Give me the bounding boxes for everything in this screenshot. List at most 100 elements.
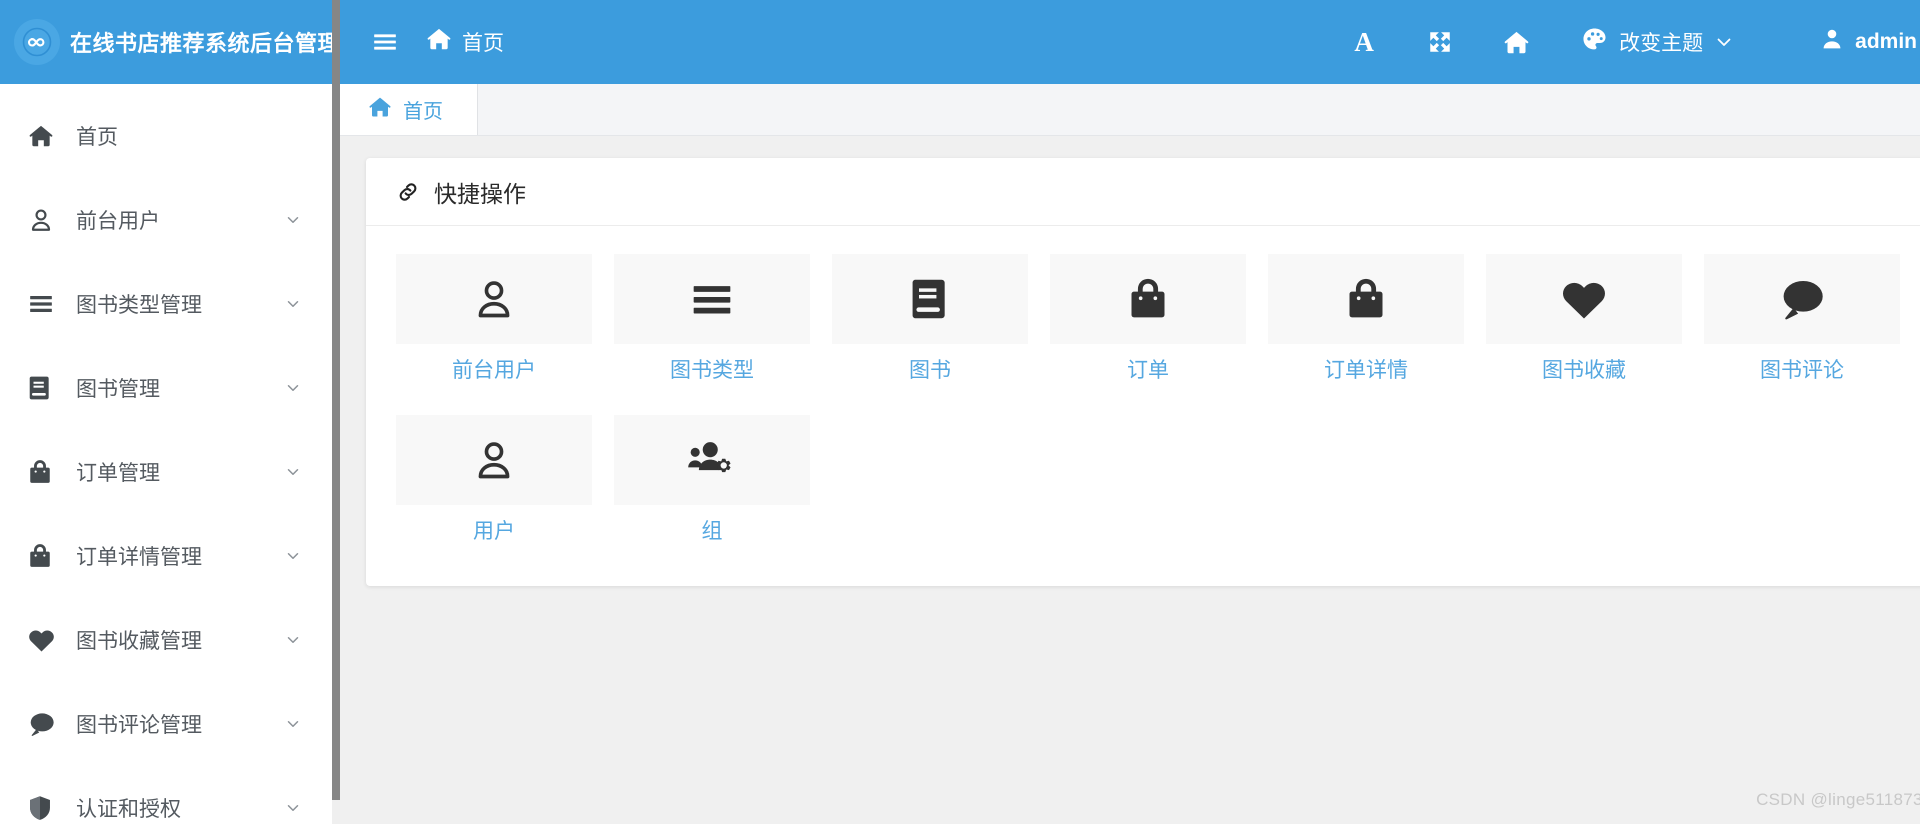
bars-icon (614, 254, 810, 344)
quick-action-order-detail[interactable]: 订单详情 (1268, 254, 1464, 383)
sidebar-item-label: 订单详情管理 (76, 546, 202, 569)
breadcrumb-tab-home[interactable]: 首页 (340, 84, 478, 135)
app-root: 在线书店推荐系统后台管理 首页 前台用户 图书类型管理 图书管理 订单管理 订单… (0, 0, 1920, 824)
heart-icon (1486, 254, 1682, 344)
card-header: 快捷操作 (366, 158, 1920, 226)
hamburger-icon[interactable] (364, 21, 406, 63)
chevron-down-icon[interactable] (282, 379, 304, 397)
quick-action-group[interactable]: 组 (614, 415, 810, 544)
quick-action-label: 图书收藏 (1542, 359, 1626, 382)
user-outline-icon (396, 415, 592, 506)
chevron-down-icon[interactable] (282, 631, 304, 649)
chevron-down-icon[interactable] (282, 715, 304, 733)
shopping-bag-icon (28, 543, 68, 569)
sidebar-item-comment[interactable]: 图书评论管理 (0, 682, 332, 766)
sidebar-item-label: 首页 (76, 126, 118, 149)
breadcrumb-bar: 首页 (340, 84, 1920, 136)
home-icon[interactable] (1489, 15, 1543, 69)
breadcrumb-label: 首页 (403, 101, 443, 123)
watermark: CSDN @linge511873822 (1756, 790, 1920, 809)
sidebar-item-label: 图书管理 (76, 378, 160, 401)
chevron-down-icon[interactable] (282, 211, 304, 229)
theme-switcher-label: 改变主题 (1619, 32, 1704, 55)
user-menu-label: admin (1855, 30, 1917, 53)
home-icon (368, 95, 392, 125)
quick-action-book-category[interactable]: 图书类型 (614, 254, 810, 383)
quick-action-label: 图书 (909, 359, 951, 382)
quick-action-order[interactable]: 订单 (1050, 254, 1246, 383)
quick-actions-card: 快捷操作 前台用户 图书类型 图书 订单 订单详情 图书收藏 图书评论 用户 组 (366, 158, 1920, 587)
content-area: 快捷操作 前台用户 图书类型 图书 订单 订单详情 图书收藏 图书评论 用户 组… (340, 136, 1920, 824)
brand-title: 在线书店推荐系统后台管理 (70, 31, 341, 56)
quick-action-label: 图书类型 (670, 359, 754, 382)
home-icon (426, 26, 452, 58)
topbar-home-link[interactable]: 首页 (426, 26, 504, 58)
user-outline-icon (396, 254, 592, 344)
card-title: 快捷操作 (434, 180, 526, 207)
sidebar-item-label: 图书评论管理 (76, 714, 202, 737)
sidebar-item-order-detail[interactable]: 订单详情管理 (0, 514, 332, 598)
theme-switcher[interactable]: 改变主题 (1581, 26, 1734, 59)
sidebar-menu: 首页 前台用户 图书类型管理 图书管理 订单管理 订单详情管理 图书收藏管理 图… (0, 84, 332, 824)
quick-action-label: 订单 (1127, 359, 1169, 382)
quick-action-label: 前台用户 (452, 359, 536, 382)
sidebar-item-label: 图书类型管理 (76, 294, 202, 317)
topbar: 首页 A 改变主题 admin (340, 0, 1920, 84)
quick-action-comment[interactable]: 图书评论 (1704, 254, 1900, 383)
main-area: 首页 A 改变主题 admin 首页 快捷操作 前台用户 图书类型 图书 订单 … (340, 0, 1920, 824)
heart-icon (28, 627, 68, 653)
link-icon (396, 180, 420, 204)
quick-action-book[interactable]: 图书 (832, 254, 1028, 383)
expand-arrows-icon[interactable] (1413, 15, 1467, 69)
quick-action-user[interactable]: 用户 (396, 415, 592, 544)
quick-action-row-2: 用户 组 (396, 415, 1920, 552)
comment-icon (1704, 254, 1900, 344)
home-icon (28, 123, 68, 149)
font-size-icon[interactable]: A (1337, 15, 1391, 69)
font-size-glyph: A (1354, 26, 1374, 57)
sidebar-item-label: 图书收藏管理 (76, 630, 202, 653)
sidebar-item-label: 认证和授权 (76, 798, 181, 821)
shopping-bag-icon (1050, 254, 1246, 344)
sidebar-item-order[interactable]: 订单管理 (0, 430, 332, 514)
quick-action-label: 图书评论 (1760, 359, 1844, 382)
sidebar-item-home[interactable]: 首页 (0, 94, 332, 178)
sidebar: 在线书店推荐系统后台管理 首页 前台用户 图书类型管理 图书管理 订单管理 订单… (0, 0, 340, 824)
infinity-circle-icon (14, 19, 60, 65)
sidebar-item-book[interactable]: 图书管理 (0, 346, 332, 430)
comment-icon (28, 711, 68, 737)
sidebar-item-favorite[interactable]: 图书收藏管理 (0, 598, 332, 682)
chevron-down-icon[interactable] (282, 547, 304, 565)
sidebar-scrollbar[interactable] (332, 0, 340, 824)
chevron-down-icon[interactable] (282, 799, 304, 817)
sidebar-item-label: 前台用户 (76, 210, 160, 233)
user-menu[interactable]: admin (1820, 27, 1920, 57)
quick-action-label: 订单详情 (1324, 359, 1408, 382)
user-outline-icon (28, 207, 68, 233)
chevron-down-icon (1714, 32, 1734, 52)
sidebar-item-auth[interactable]: 认证和授权 (0, 766, 332, 824)
sidebar-scrollbar-thumb[interactable] (332, 0, 340, 800)
users-cog-icon (614, 415, 810, 506)
shield-icon (28, 795, 68, 821)
sidebar-item-book-category[interactable]: 图书类型管理 (0, 262, 332, 346)
shopping-bag-icon (28, 459, 68, 485)
quick-action-label: 用户 (473, 520, 515, 544)
shopping-bag-icon (1268, 254, 1464, 344)
topbar-home-label: 首页 (462, 32, 504, 55)
chevron-down-icon[interactable] (282, 295, 304, 313)
quick-action-row-1: 前台用户 图书类型 图书 订单 订单详情 图书收藏 图书评论 (396, 254, 1920, 391)
quick-action-favorite[interactable]: 图书收藏 (1486, 254, 1682, 383)
palette-icon (1581, 26, 1608, 59)
sidebar-item-label: 订单管理 (76, 462, 160, 485)
brand-header[interactable]: 在线书店推荐系统后台管理 (0, 0, 340, 84)
book-icon (832, 254, 1028, 344)
quick-action-label: 组 (701, 520, 723, 544)
sidebar-item-frontend-users[interactable]: 前台用户 (0, 178, 332, 262)
user-icon (1820, 27, 1844, 57)
book-icon (28, 375, 68, 401)
card-body: 前台用户 图书类型 图书 订单 订单详情 图书收藏 图书评论 用户 组 (366, 226, 1920, 586)
bars-icon (28, 291, 68, 317)
quick-action-frontend-users[interactable]: 前台用户 (396, 254, 592, 383)
chevron-down-icon[interactable] (282, 463, 304, 481)
